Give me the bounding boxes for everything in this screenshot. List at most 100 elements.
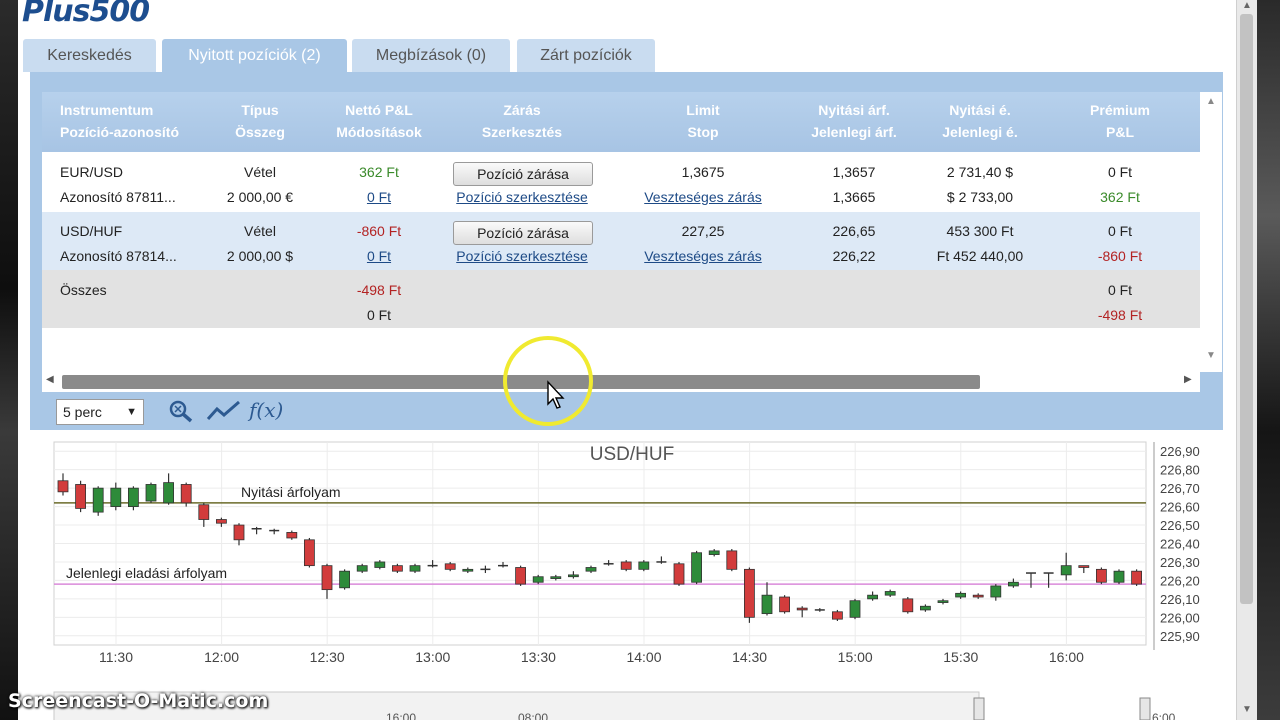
- navigator-label: 08:00: [518, 711, 548, 720]
- edit-position-link[interactable]: Pozíció szerkesztése: [442, 185, 602, 210]
- candle-down: [796, 607, 808, 611]
- y-tick-label: 226,50: [1160, 518, 1200, 533]
- header-close[interactable]: Zárás Szerkesztés: [462, 99, 582, 143]
- candle-up: [585, 567, 597, 572]
- pl-value: -860 Ft: [1097, 248, 1143, 264]
- position-row-usdhuf[interactable]: USD/HUF Azonosító 87814... Vétel 2 000,0…: [42, 212, 1200, 270]
- instrument-name: EUR/USD: [60, 164, 124, 180]
- stop-loss-link[interactable]: Veszteséges zárás: [628, 244, 778, 269]
- header-instrument[interactable]: Instrumentum Pozíció-azonosító: [60, 99, 179, 143]
- candle-up: [145, 484, 157, 502]
- scroll-down-arrow-icon[interactable]: ▼: [1206, 350, 1216, 361]
- candle-up: [462, 568, 474, 572]
- page-scroll-down-icon[interactable]: ▼: [1242, 704, 1252, 715]
- position-amount: 2 000,00 €: [226, 189, 294, 205]
- y-tick-label: 226,10: [1160, 592, 1200, 607]
- candle-down: [673, 563, 685, 585]
- stop-loss-link[interactable]: Veszteséges zárás: [628, 185, 778, 210]
- candle-down: [198, 504, 210, 520]
- page-scroll-thumb[interactable]: [1240, 14, 1253, 604]
- tab-open-positions[interactable]: Nyitott pozíciók (2): [162, 39, 347, 72]
- navigator-handle-right: [1139, 697, 1151, 720]
- scroll-up-arrow-icon[interactable]: ▲: [1206, 96, 1216, 107]
- net-pnl: -860 Ft: [356, 223, 402, 239]
- y-tick-label: 226,90: [1160, 444, 1200, 459]
- position-row-eurusd[interactable]: EUR/USD Azonosító 87811... Vétel 2 000,0…: [42, 160, 1200, 212]
- candle-down: [180, 484, 192, 504]
- header-open-value[interactable]: Nyitási é. Jelenlegi é.: [920, 99, 1040, 143]
- page-vertical-scrollbar[interactable]: ▲ ▼: [1236, 0, 1257, 720]
- candle-down: [303, 539, 315, 567]
- candle-up: [163, 482, 175, 504]
- navigator-label: 16:00: [386, 711, 416, 720]
- x-tick-label: 12:00: [204, 649, 239, 665]
- tab-kereskedes[interactable]: Kereskedés: [23, 39, 156, 72]
- close-position-button[interactable]: Pozíció zárása: [453, 221, 593, 245]
- candle-down: [832, 611, 843, 620]
- candle-up: [867, 594, 878, 600]
- x-tick-label: 15:00: [838, 649, 873, 665]
- candle-up: [691, 552, 702, 583]
- x-tick-label: 15:30: [943, 649, 978, 665]
- candle-down: [321, 565, 333, 591]
- candle-down: [620, 561, 632, 570]
- total-modifications: 0 Ft: [366, 307, 392, 323]
- scroll-left-arrow-icon[interactable]: ◀: [46, 374, 54, 385]
- timeframe-select[interactable]: 5 perc ▼: [56, 399, 144, 425]
- line-chart-icon[interactable]: [205, 397, 243, 425]
- reference-line-label: Jelenlegi eladási árfolyam: [66, 565, 227, 581]
- candle-up: [708, 550, 720, 555]
- y-tick-label: 226,30: [1160, 555, 1200, 570]
- pl-value: 362 Ft: [1100, 189, 1140, 205]
- candle-up: [937, 600, 949, 603]
- function-icon[interactable]: f(x): [249, 397, 285, 425]
- mouse-pointer-icon: [546, 380, 566, 413]
- navigator-handle-left: [973, 697, 985, 720]
- candle-down: [391, 565, 403, 572]
- premium-value: 0 Ft: [1107, 223, 1133, 239]
- modifications-link[interactable]: 0 Ft: [314, 185, 444, 210]
- candle-up: [884, 591, 896, 596]
- candle-down: [215, 519, 227, 524]
- candle-up: [409, 565, 421, 572]
- candle-up: [920, 605, 931, 611]
- candle-down: [57, 480, 69, 493]
- price-chart[interactable]: 226,90 226,80 226,70 226,60 226,50 226,40 226,…: [30, 430, 1223, 720]
- open-rate: 1,3657: [832, 164, 876, 180]
- candle-down: [444, 563, 456, 570]
- candle-down: [1131, 570, 1142, 585]
- limit-value: 227,25: [681, 223, 725, 239]
- modifications-link[interactable]: 0 Ft: [314, 244, 444, 269]
- header-type[interactable]: Típus Összeg: [210, 99, 310, 143]
- edit-position-link[interactable]: Pozíció szerkesztése: [442, 244, 602, 269]
- candle-down: [515, 567, 527, 585]
- scroll-right-arrow-icon[interactable]: ▶: [1184, 374, 1192, 385]
- position-id: Azonosító 87811...: [60, 189, 176, 205]
- x-tick-label: 14:00: [626, 649, 661, 665]
- header-premium[interactable]: Prémium P&L: [1060, 99, 1180, 143]
- candle-up: [110, 487, 122, 507]
- header-net-pnl[interactable]: Nettó P&L Módosítások: [314, 99, 444, 143]
- header-limit[interactable]: Limit Stop: [653, 99, 753, 143]
- candle-up: [128, 487, 139, 507]
- position-type: Vétel: [244, 164, 276, 180]
- total-row: Összes -498 Ft 0 Ft 0 Ft -498 Ft: [42, 270, 1200, 328]
- y-tick-label: 226,00: [1160, 610, 1200, 625]
- desktop-background-right: [1256, 0, 1280, 720]
- zoom-icon[interactable]: [166, 397, 196, 425]
- tab-orders[interactable]: Megbízások (0): [352, 39, 510, 72]
- instrument-name: USD/HUF: [60, 223, 123, 239]
- candle-down: [286, 532, 298, 539]
- table-vertical-scrollbar[interactable]: ▲ ▼: [1200, 92, 1222, 372]
- open-value: 453 300 Ft: [946, 223, 1014, 239]
- close-position-button[interactable]: Pozíció zárása: [453, 162, 593, 186]
- y-tick-label: 226,20: [1160, 573, 1200, 588]
- header-open-rate[interactable]: Nyitási árf. Jelenlegi árf.: [794, 99, 914, 143]
- candle-down: [744, 568, 755, 618]
- candle-up: [356, 565, 368, 572]
- tab-closed-positions[interactable]: Zárt pozíciók: [517, 39, 655, 72]
- candle-down: [1096, 568, 1107, 583]
- candle-up: [761, 594, 773, 615]
- candle-up: [638, 561, 650, 570]
- page-scroll-up-icon[interactable]: ▲: [1242, 0, 1252, 11]
